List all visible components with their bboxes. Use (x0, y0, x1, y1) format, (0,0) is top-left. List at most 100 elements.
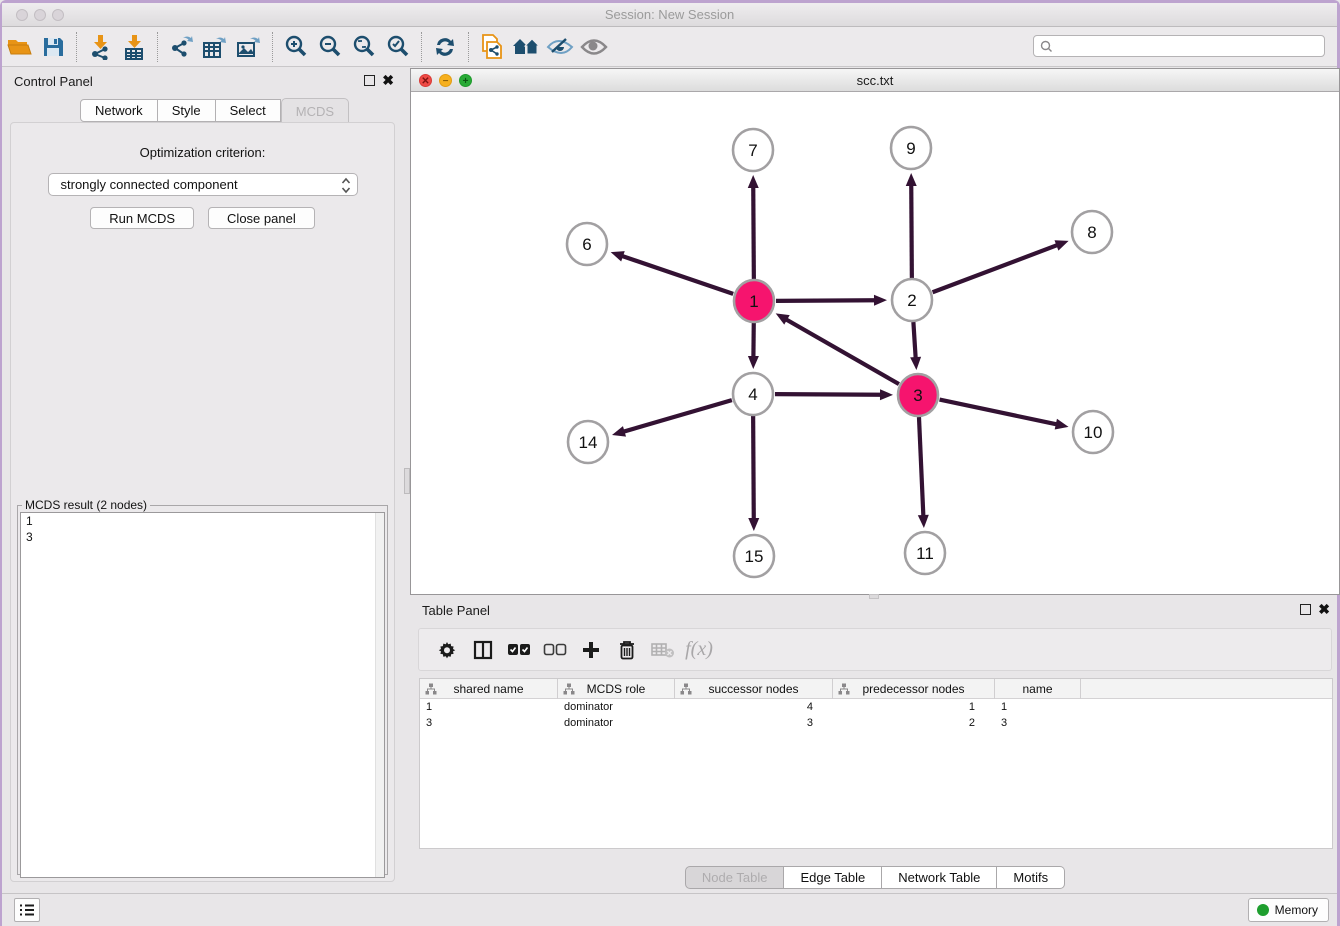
edge-arrow-1-4 (748, 356, 759, 369)
edge-3-1[interactable] (785, 319, 899, 384)
zoom-out-icon[interactable] (313, 31, 347, 63)
column-header-label: successor nodes (708, 682, 798, 696)
table-cell[interactable]: 2 (833, 715, 995, 731)
zoom-in-icon[interactable] (279, 31, 313, 63)
table-panel-title: Table Panel (422, 603, 490, 618)
column-header-shared-name[interactable]: shared name (420, 679, 558, 699)
settings-gear-icon[interactable] (429, 634, 465, 666)
node-4[interactable]: 4 (733, 373, 773, 415)
table-row[interactable]: 3dominator323 (420, 715, 1332, 731)
select-all-icon[interactable] (501, 634, 537, 666)
table-cell[interactable]: 1 (995, 699, 1081, 715)
clone-network-icon[interactable] (475, 31, 509, 63)
tab-select[interactable]: Select (216, 99, 281, 122)
window-title: Session: New Session (2, 7, 1337, 22)
open-session-icon[interactable] (2, 31, 36, 63)
column-header-name[interactable]: name (995, 679, 1081, 699)
table-cell[interactable]: 4 (675, 699, 833, 715)
tab-network-table[interactable]: Network Table (882, 866, 997, 889)
table-cell[interactable]: 1 (833, 699, 995, 715)
tab-node-table[interactable]: Node Table (685, 866, 785, 889)
close-panel-icon[interactable]: ✖ (382, 74, 394, 87)
float-panel-icon[interactable] (364, 75, 375, 86)
tab-edge-table[interactable]: Edge Table (784, 866, 882, 889)
export-table-icon[interactable] (198, 31, 232, 63)
tab-mcds[interactable]: MCDS (281, 98, 349, 123)
network-canvas[interactable]: 7 9 6 8 1 2 4 3 14 10 15 11 (411, 92, 1339, 594)
zoom-fit-icon[interactable] (347, 31, 381, 63)
edge-1-6[interactable] (621, 256, 733, 294)
node-7[interactable]: 7 (733, 129, 773, 171)
edge-4-15[interactable] (753, 416, 754, 520)
edge-1-2[interactable] (776, 300, 876, 301)
tab-network[interactable]: Network (80, 99, 158, 122)
optimization-criterion-label: Optimization criterion: (11, 145, 394, 160)
tab-motifs[interactable]: Motifs (997, 866, 1065, 889)
delete-column-icon[interactable] (609, 634, 645, 666)
column-header-label: predecessor nodes (862, 682, 964, 696)
column-header-MCDS-role[interactable]: MCDS role (558, 679, 675, 699)
toolbar-separator (272, 32, 273, 62)
edge-3-11[interactable] (919, 417, 923, 517)
save-session-icon[interactable] (36, 31, 70, 63)
add-column-icon[interactable] (573, 634, 609, 666)
table-cell[interactable]: dominator (558, 715, 675, 731)
close-panel-button[interactable]: Close panel (208, 207, 315, 229)
edge-4-3[interactable] (775, 394, 882, 395)
table-cell[interactable]: 3 (420, 715, 558, 731)
table-cell[interactable]: 3 (995, 715, 1081, 731)
home-icon[interactable] (509, 31, 543, 63)
mcds-result-list[interactable]: 13 (20, 512, 385, 878)
column-header-predecessor-nodes[interactable]: predecessor nodes (833, 679, 995, 699)
edge-arrow-1-2 (874, 295, 887, 306)
table-panel: Table Panel ✖ f(x) shared nameMCDS ro (410, 599, 1340, 893)
table-toolbar: f(x) (418, 628, 1332, 671)
task-history-button[interactable] (14, 898, 40, 922)
column-view-icon[interactable] (465, 634, 501, 666)
column-header-successor-nodes[interactable]: successor nodes (675, 679, 833, 699)
node-3[interactable]: 3 (898, 374, 938, 416)
table-cell[interactable]: dominator (558, 699, 675, 715)
deselect-all-icon[interactable] (537, 634, 573, 666)
show-details-icon[interactable] (577, 31, 611, 63)
export-image-icon[interactable] (232, 31, 266, 63)
list-icon (19, 903, 35, 917)
result-scrollbar[interactable] (375, 513, 384, 877)
hierarchy-icon (563, 683, 575, 695)
table-cell[interactable]: 3 (675, 715, 833, 731)
node-table: shared nameMCDS role successor nodes prede… (419, 678, 1333, 849)
node-1[interactable]: 1 (734, 280, 774, 322)
edge-4-14[interactable] (623, 400, 732, 432)
edge-2-8[interactable] (933, 245, 1059, 293)
search-input[interactable] (1058, 37, 1318, 55)
toolbar-separator (157, 32, 158, 62)
run-mcds-button[interactable]: Run MCDS (90, 207, 194, 229)
node-9[interactable]: 9 (891, 127, 931, 169)
table-cell[interactable]: 1 (420, 699, 558, 715)
node-15[interactable]: 15 (734, 535, 774, 577)
edge-arrow-2-3 (910, 357, 921, 370)
memory-button[interactable]: Memory (1248, 898, 1329, 922)
hide-details-icon[interactable] (543, 31, 577, 63)
table-row[interactable]: 1dominator411 (420, 699, 1332, 715)
float-table-panel-icon[interactable] (1300, 604, 1311, 615)
edge-2-9[interactable] (911, 184, 912, 278)
node-14[interactable]: 14 (568, 421, 608, 463)
optimization-criterion-select[interactable]: strongly connected component (48, 173, 358, 196)
edge-3-10[interactable] (940, 400, 1058, 425)
node-2[interactable]: 2 (892, 279, 932, 321)
node-10[interactable]: 10 (1073, 411, 1113, 453)
delete-table-icon (645, 634, 681, 666)
tab-style[interactable]: Style (158, 99, 216, 122)
close-table-panel-icon[interactable]: ✖ (1318, 603, 1330, 616)
zoom-selected-icon[interactable] (381, 31, 415, 63)
edge-1-7[interactable] (753, 186, 754, 279)
node-11[interactable]: 11 (905, 532, 945, 574)
import-table-icon[interactable] (117, 31, 151, 63)
edge-2-3[interactable] (913, 322, 915, 359)
node-6[interactable]: 6 (567, 223, 607, 265)
export-network-icon[interactable] (164, 31, 198, 63)
apply-layout-icon[interactable] (428, 31, 462, 63)
import-network-icon[interactable] (83, 31, 117, 63)
node-8[interactable]: 8 (1072, 211, 1112, 253)
